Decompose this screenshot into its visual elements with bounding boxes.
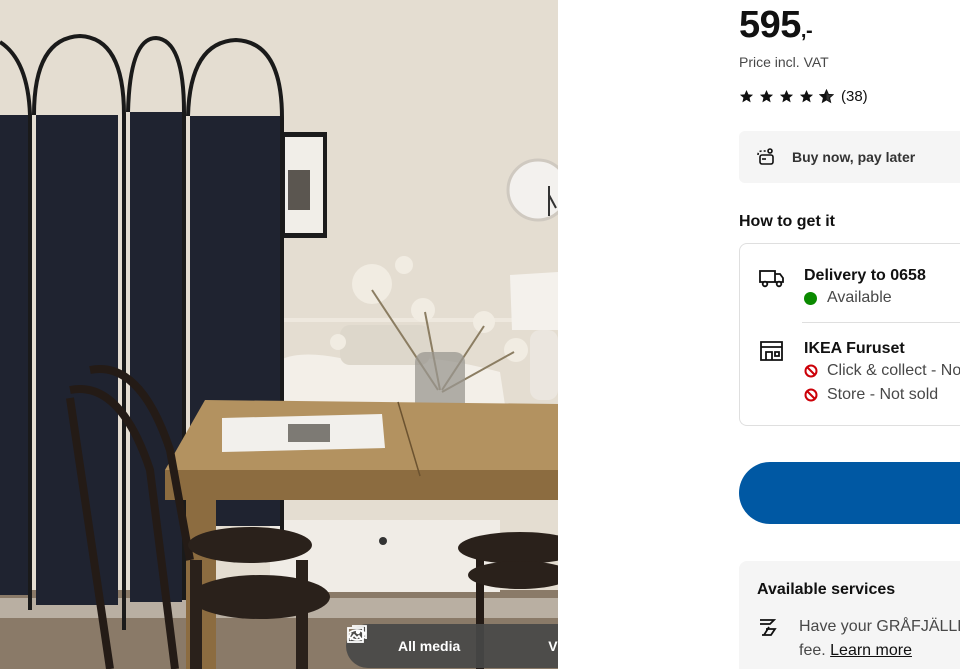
how-to-get-it-heading: How to get it <box>739 213 835 230</box>
price-vat-note: Price incl. VAT <box>739 54 829 70</box>
rotate-3d-icon <box>347 629 536 657</box>
store-stock-status: Store - Not sold <box>804 383 960 407</box>
not-available-icon <box>804 388 818 402</box>
view-in-3d-button[interactable]: View in 3D <box>347 624 558 668</box>
services-heading: Available services <box>757 581 896 598</box>
delivery-status: Available <box>804 286 926 310</box>
add-to-bag-button[interactable] <box>739 462 960 524</box>
click-collect-label: Click & collect - No <box>827 362 960 379</box>
buy-now-pay-later-button[interactable]: Buy now, pay later <box>739 131 960 183</box>
installment-icon <box>754 145 778 169</box>
services-line-2-prefix: fee. <box>799 642 831 659</box>
star-full-icon <box>779 89 794 104</box>
price-suffix: ,- <box>800 20 813 42</box>
store-icon <box>758 339 786 363</box>
all-media-label: All media <box>398 638 461 654</box>
available-dot-icon <box>804 291 817 305</box>
availability-card: Delivery to 0658 Available IKEA Furuset <box>739 243 960 426</box>
store-heading: IKEA Furuset <box>804 340 905 357</box>
truck-icon <box>758 266 786 290</box>
star-full-icon <box>739 89 754 104</box>
buy-now-pay-later-label: Buy now, pay later <box>792 149 916 165</box>
star-half-icon <box>818 88 835 104</box>
services-line-1: Have your GRÅFJÄLLET <box>799 618 960 635</box>
product-info-panel: 595,- Price incl. VAT (38) Buy now, pay … <box>739 0 960 669</box>
media-bar: All media View in 3D <box>346 624 558 668</box>
price-amount: 595 <box>739 4 801 46</box>
store-option[interactable]: IKEA Furuset Click & collect - No Store … <box>758 339 960 407</box>
store-stock-label: Store - Not sold <box>827 386 939 403</box>
price: 595,- <box>739 4 813 47</box>
delivery-heading: Delivery to 0658 <box>804 267 926 284</box>
divider <box>802 322 960 323</box>
star-full-icon <box>799 89 814 104</box>
rating-count: (38) <box>841 88 868 105</box>
click-collect-status: Click & collect - No <box>804 359 960 383</box>
screwdriver-icon <box>757 615 781 639</box>
not-available-icon <box>804 364 818 378</box>
delivery-option[interactable]: Delivery to 0658 Available <box>758 266 926 310</box>
learn-more-link[interactable]: Learn more <box>830 642 912 659</box>
assembly-service: Have your GRÅFJÄLLET fee. Learn more <box>757 615 960 663</box>
rating-link[interactable]: (38) <box>739 88 868 105</box>
star-full-icon <box>759 89 774 104</box>
services-line-2: fee. Learn more <box>799 639 960 663</box>
product-image[interactable]: All media View in 3D <box>0 0 558 669</box>
delivery-status-label: Available <box>827 289 892 306</box>
room-scene <box>0 0 558 669</box>
view-in-3d-label: View in 3D <box>548 638 558 654</box>
available-services-card: Available services Have your GRÅFJÄLLET … <box>739 561 960 669</box>
